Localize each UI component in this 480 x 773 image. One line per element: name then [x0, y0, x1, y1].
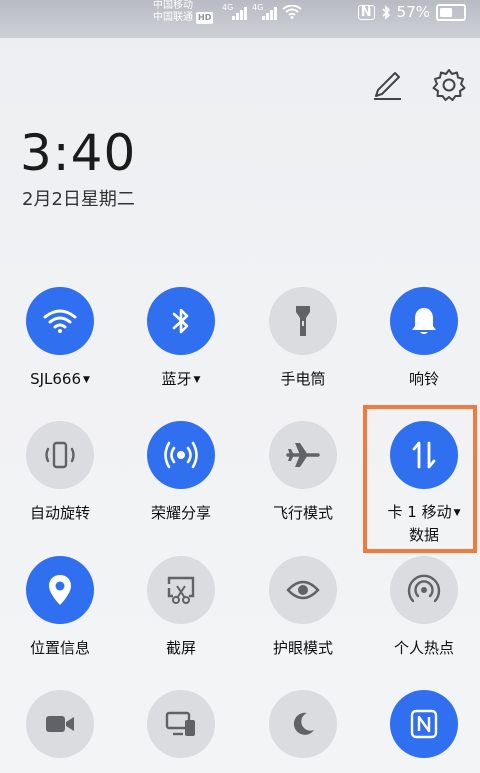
bluetooth-toggle[interactable]	[147, 287, 215, 355]
tile-label: 个人热点	[393, 639, 454, 657]
flashlight-toggle[interactable]	[269, 287, 337, 355]
settings-button[interactable]	[430, 66, 468, 104]
tile-wifi[interactable]: SJL666 ▼	[5, 287, 115, 392]
tile-honor-share[interactable]: 荣耀分享	[126, 421, 236, 525]
signal-2-icon	[262, 6, 282, 20]
multi-screen-toggle[interactable]	[147, 690, 215, 758]
clock-date: 2月2日星期二	[22, 189, 135, 210]
tile-flashlight[interactable]: 手电筒	[248, 287, 358, 391]
tile-label: 蓝牙	[161, 370, 192, 388]
signal-1-icon	[232, 6, 252, 20]
auto-rotate-toggle[interactable]	[26, 421, 94, 489]
location-icon	[49, 575, 71, 605]
screenshot-icon	[167, 576, 195, 604]
tile-label: 位置信息	[29, 639, 90, 657]
bluetooth-status-icon	[382, 4, 390, 20]
tile-eye-comfort[interactable]: 护眼模式	[248, 556, 358, 660]
bluetooth-icon	[172, 308, 189, 334]
tile-multi-screen[interactable]	[126, 690, 236, 758]
nfc-status-icon: N	[357, 4, 375, 20]
eye-comfort-toggle[interactable]	[269, 556, 337, 624]
tile-label: 自动旋转	[29, 504, 90, 522]
ring-toggle[interactable]	[390, 287, 458, 355]
bell-icon	[412, 308, 436, 334]
tile-label: SJL666	[30, 370, 81, 388]
carrier-2: 中国联通	[153, 12, 193, 23]
auto-rotate-icon	[45, 441, 75, 469]
wifi-status-icon	[282, 5, 302, 19]
gear-icon	[432, 69, 466, 101]
honor-share-toggle[interactable]	[147, 421, 215, 489]
chevron-down-icon[interactable]: ▼	[83, 375, 90, 385]
tile-label: 护眼模式	[272, 639, 333, 657]
hotspot-toggle[interactable]	[390, 556, 458, 624]
wifi-toggle[interactable]	[26, 287, 94, 355]
airplane-toggle[interactable]	[269, 421, 337, 489]
tile-label: 手电筒	[280, 370, 326, 388]
tile-auto-rotate[interactable]: 自动旋转	[5, 421, 115, 525]
screenshot-toggle[interactable]	[147, 556, 215, 624]
nfc-icon	[410, 709, 438, 739]
hotspot-icon	[407, 574, 441, 603]
tile-hotspot[interactable]: 个人热点	[369, 556, 479, 660]
tile-dark-mode[interactable]	[248, 690, 358, 758]
tile-ring[interactable]: 响铃	[369, 287, 479, 391]
carrier-1: 中国移动	[153, 0, 193, 11]
tile-airplane[interactable]: 飞行模式	[248, 421, 358, 525]
quick-settings-panel: 中国移动 中国联通 HD 4G 4G N 57% 3:40 2月2日星期二 SJ…	[0, 0, 480, 773]
status-right: N 57%	[357, 3, 466, 21]
battery-icon	[436, 3, 466, 21]
status-bar: 中国移动 中国联通 HD 4G 4G N 57%	[0, 0, 480, 38]
tile-screenshot[interactable]: 截屏	[126, 556, 236, 660]
clock-time: 3:40	[20, 124, 137, 182]
location-toggle[interactable]	[26, 556, 94, 624]
flashlight-icon	[296, 306, 310, 336]
tile-label: 响铃	[408, 370, 439, 388]
tile-screen-record[interactable]	[5, 690, 115, 758]
pencil-icon	[374, 72, 401, 100]
screen-record-toggle[interactable]	[26, 690, 94, 758]
tile-location[interactable]: 位置信息	[5, 556, 115, 660]
tile-nfc[interactable]	[369, 690, 479, 758]
highlight-box	[363, 405, 477, 553]
carrier-info: 中国移动 中国联通 HD	[153, 0, 214, 24]
chevron-down-icon[interactable]: ▼	[194, 375, 201, 385]
video-camera-icon	[46, 716, 74, 732]
moon-icon	[293, 712, 314, 735]
nfc-toggle[interactable]	[390, 690, 458, 758]
eye-icon	[286, 580, 320, 600]
tile-label: 荣耀分享	[150, 504, 211, 522]
battery-percent: 57%	[396, 3, 430, 21]
tile-bluetooth[interactable]: 蓝牙 ▼	[126, 287, 236, 392]
tile-label: 飞行模式	[272, 504, 333, 522]
devices-icon	[165, 711, 195, 736]
airplane-icon	[286, 443, 320, 467]
dark-mode-toggle[interactable]	[269, 690, 337, 758]
tile-label: 截屏	[165, 639, 196, 657]
hd-badge: HD	[196, 12, 214, 24]
share-icon	[164, 441, 198, 469]
edit-button[interactable]	[368, 66, 406, 104]
wifi-icon	[43, 309, 77, 333]
